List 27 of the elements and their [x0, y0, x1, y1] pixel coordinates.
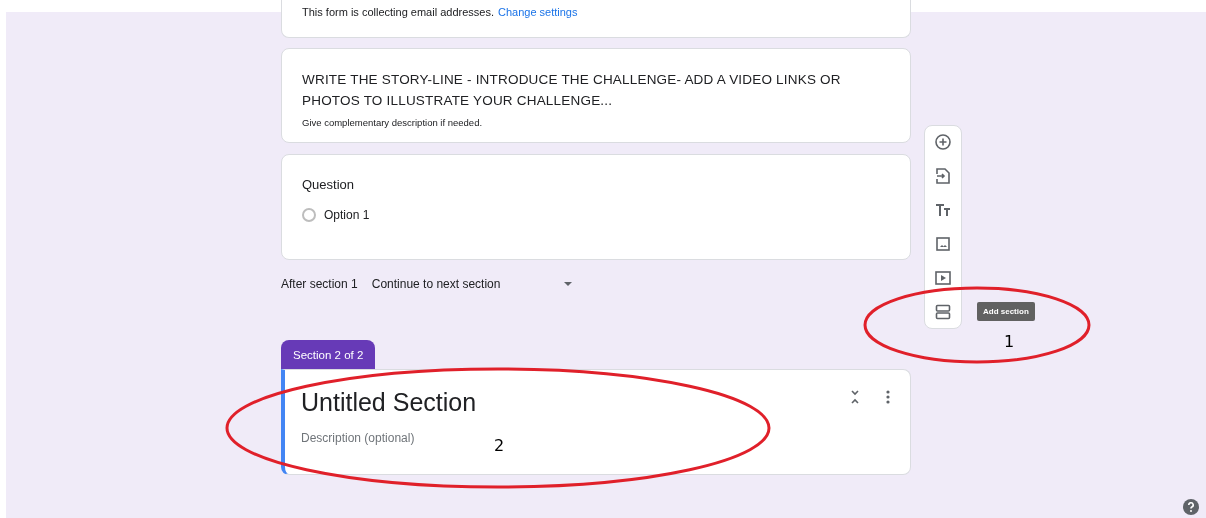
- import-tool-button[interactable]: [933, 166, 953, 186]
- more-options-icon[interactable]: [886, 390, 890, 404]
- question-title: Question: [302, 177, 356, 192]
- video-tool-button[interactable]: [933, 268, 953, 288]
- form-description: Give complementary description if needed.: [302, 117, 484, 128]
- change-settings-link[interactable]: Change settings: [497, 6, 578, 18]
- add-tool-button[interactable]: [933, 132, 953, 152]
- help-icon[interactable]: [1183, 499, 1199, 515]
- after-section-label: After section 1: [281, 277, 358, 291]
- import-file-icon: [936, 168, 950, 184]
- form-title: WRITE THE STORY-LINE - INTRODUCE THE CHALLENGE- ADD A VIDEO LINKS OR PHOTOS TO ILLUSTRATE YOUR CHALLENGE...: [302, 71, 842, 110]
- annotation-number: 1: [1004, 332, 1015, 351]
- section-icon: [935, 304, 951, 320]
- caret-icon: [563, 282, 572, 286]
- video-icon: [935, 271, 951, 285]
- image-tool-button[interactable]: [933, 234, 953, 254]
- annotation-number: 2: [494, 436, 505, 455]
- next-section-dropdown[interactable]: Continue to next section: [371, 277, 572, 291]
- add-circle-icon: [935, 134, 951, 150]
- radio-button[interactable]: [302, 208, 316, 222]
- text-size-icon: [935, 203, 951, 217]
- tooltip: Add section: [977, 302, 1035, 321]
- image-icon: [936, 237, 950, 251]
- option-label: Option 1: [324, 208, 370, 222]
- section-title[interactable]: Untitled Section: [301, 388, 894, 417]
- email-notice: This form is collecting email addresses.: [302, 6, 494, 18]
- collapse-icon[interactable]: [850, 390, 860, 404]
